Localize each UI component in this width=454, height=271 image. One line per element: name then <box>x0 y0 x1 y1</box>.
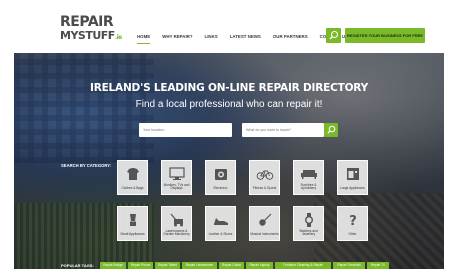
category-label: Lawnmowers & Garden Machinery <box>163 228 190 237</box>
logo-brand: MYSTUFF <box>60 29 115 42</box>
lawnmower-icon <box>170 213 183 227</box>
tag-link[interactable]: Furniture Cleaning & Repair <box>275 262 331 269</box>
tag-link[interactable]: Repair Laptop <box>246 262 273 269</box>
nav-latest-news[interactable]: LATEST NEWS <box>224 32 267 42</box>
logo[interactable]: REPAIR MYSTUFF.ie <box>60 14 122 45</box>
category-label: Clothes & Bags <box>121 186 144 191</box>
clothes-icon <box>126 168 139 180</box>
blender-icon <box>129 214 136 226</box>
category-leather-shoes[interactable]: Leather & Shoes <box>205 206 236 241</box>
category-label: Fitness & Sports <box>252 186 277 191</box>
tag-link[interactable]: Repair Bridge <box>100 262 126 269</box>
category-large-appliances[interactable]: Large Appliances <box>337 160 368 195</box>
register-business-button[interactable]: REGISTER YOUR BUSINESS FOR FREE <box>345 28 425 43</box>
search-icon <box>329 30 339 40</box>
category-monitors-tvs[interactable]: Monitors, TVs and Displays <box>161 160 192 195</box>
tag-link[interactable]: Repair Lawnmower <box>182 262 217 269</box>
repair-item-input[interactable] <box>242 123 324 137</box>
nav-why-repair[interactable]: WHY REPAIR? <box>156 32 198 42</box>
category-grid: Clothes & Bags Monitors, TVs and Display… <box>117 160 368 242</box>
search-icon <box>327 125 336 134</box>
watch-icon <box>304 213 313 227</box>
category-other[interactable]: ? Other <box>337 206 368 241</box>
logo-line1: REPAIR <box>60 14 114 30</box>
category-small-appliances[interactable]: Small Appliances <box>117 206 148 241</box>
question-icon: ? <box>349 214 357 227</box>
nav-our-partners[interactable]: OUR PARTNERS <box>267 32 314 42</box>
hero-title: IRELAND'S LEADING ON-LINE REPAIR DIRECTO… <box>89 82 369 94</box>
category-label: Small Appliances <box>120 232 145 237</box>
category-label: Leather & Shoes <box>208 232 233 237</box>
shoe-icon <box>213 218 228 225</box>
tag-link[interactable]: Repair Treadmill <box>333 262 365 269</box>
hero-subtitle: Find a local professional who can repair… <box>135 99 323 110</box>
page: REPAIR MYSTUFF.ie HOME WHY REPAIR? LINKS… <box>14 6 444 269</box>
tag-link[interactable]: Repair Phone <box>128 262 153 269</box>
popular-tags: POPULAR TAGS: Repair Bridge Repair Phone… <box>14 262 444 269</box>
hero-search-button[interactable] <box>324 123 338 137</box>
tag-link[interactable]: Repair Tablet <box>155 262 180 269</box>
svg-text:?: ? <box>349 214 357 227</box>
monitor-icon <box>168 167 185 180</box>
category-musical-instruments[interactable]: Musical Instruments <box>249 206 280 241</box>
category-furniture[interactable]: Furniture & Upholstery <box>293 160 324 195</box>
header-search-button[interactable] <box>326 28 341 43</box>
appliance-icon <box>346 168 359 180</box>
category-label: Monitors, TVs and Displays <box>163 182 190 191</box>
category-label: Musical Instruments <box>250 232 279 237</box>
bicycle-icon <box>256 170 273 180</box>
popular-tags-label: POPULAR TAGS: <box>61 263 94 268</box>
sofa-icon <box>300 170 317 179</box>
tag-link[interactable]: Repair Guitar <box>219 262 244 269</box>
category-label: Furniture & Upholstery <box>300 182 317 191</box>
tag-link[interactable]: Repair TV <box>367 262 389 269</box>
category-label: Watches and Jewellery <box>299 228 318 237</box>
category-lawnmowers[interactable]: Lawnmowers & Garden Machinery <box>161 206 192 241</box>
category-fitness-sports[interactable]: Fitness & Sports <box>249 160 280 195</box>
category-label: Large Appliances <box>340 186 365 191</box>
nav-links[interactable]: LINKS <box>199 32 224 42</box>
category-label: Electronic <box>213 186 228 191</box>
logo-suffix: .ie <box>114 34 122 41</box>
electronic-icon <box>214 169 227 180</box>
main-nav: HOME WHY REPAIR? LINKS LATEST NEWS OUR P… <box>131 32 354 44</box>
category-label: Other <box>348 232 357 237</box>
category-electronic[interactable]: Electronic <box>205 160 236 195</box>
category-heading: SEARCH BY CATEGORY: <box>61 163 112 168</box>
logo-line2: MYSTUFF.ie <box>60 29 122 44</box>
site-header: REPAIR MYSTUFF.ie HOME WHY REPAIR? LINKS… <box>14 6 444 53</box>
category-watches-jewellery[interactable]: Watches and Jewellery <box>293 206 324 241</box>
location-input[interactable] <box>139 123 232 137</box>
hero: IRELAND'S LEADING ON-LINE REPAIR DIRECTO… <box>14 53 444 269</box>
category-clothes-bags[interactable]: Clothes & Bags <box>117 160 148 195</box>
nav-home[interactable]: HOME <box>131 32 156 44</box>
guitar-icon <box>258 213 271 226</box>
